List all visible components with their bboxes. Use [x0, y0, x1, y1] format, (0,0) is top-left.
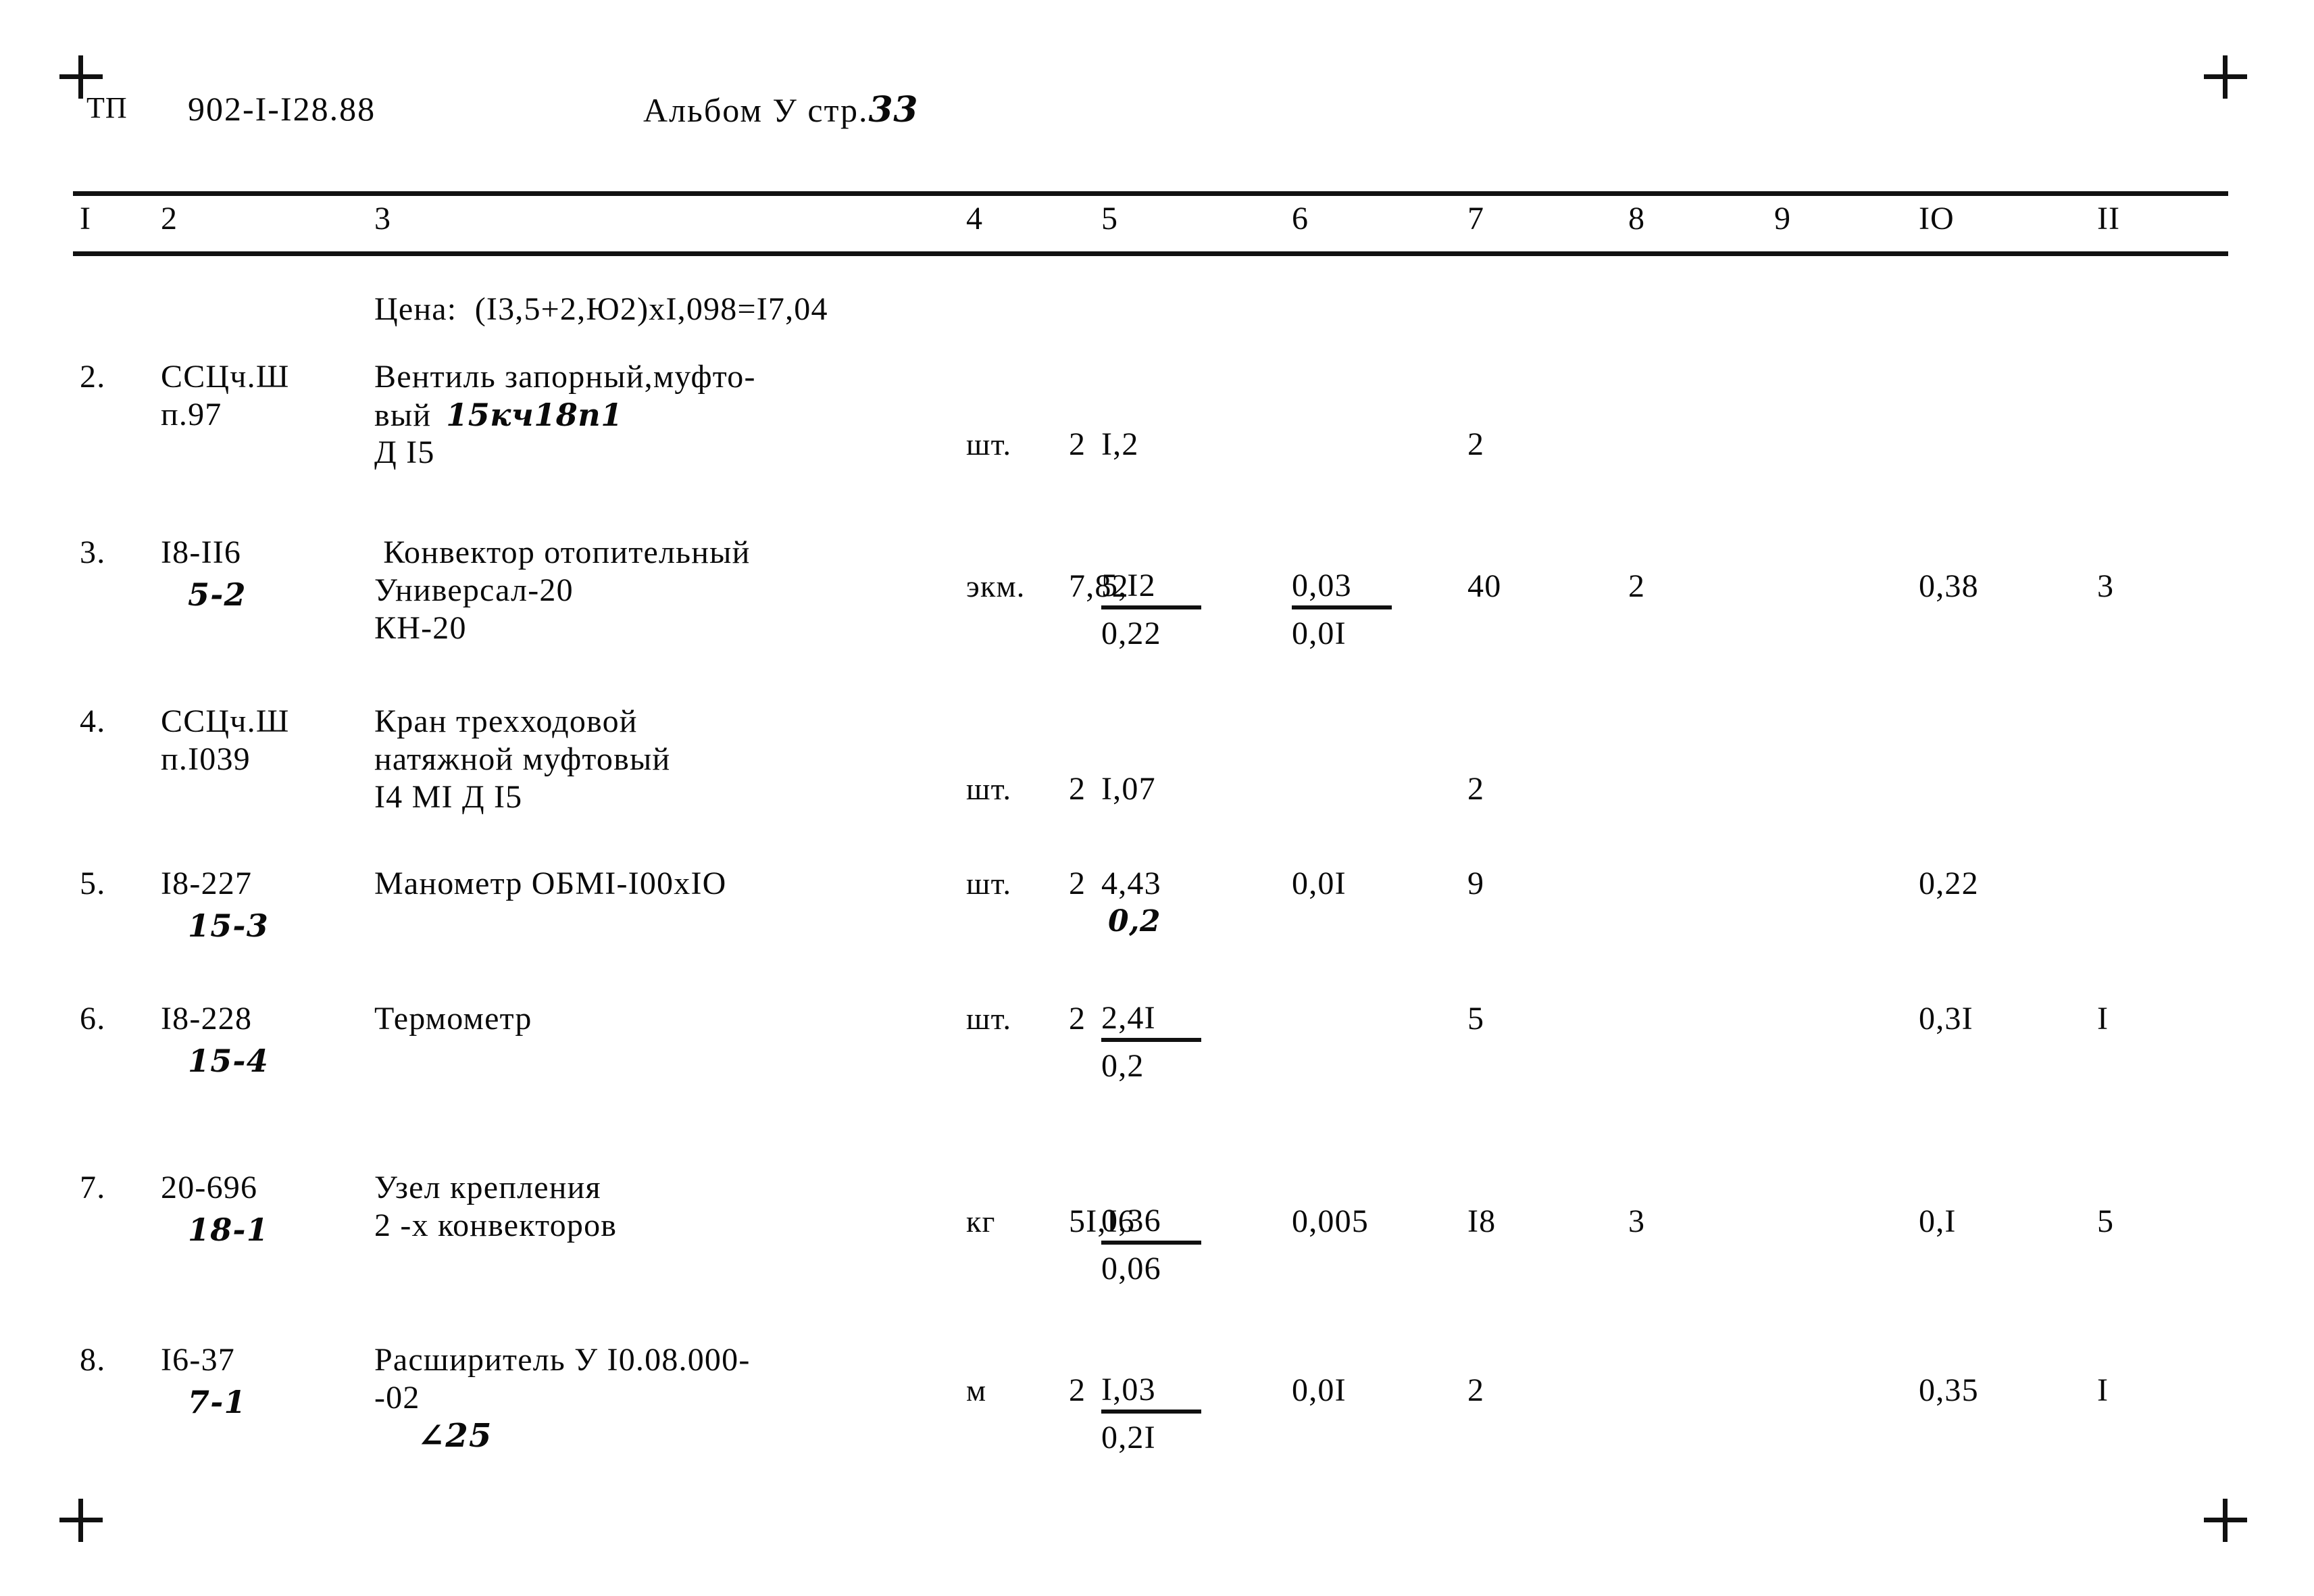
row-col11-value: 5: [2097, 1203, 2115, 1239]
row-col7-value: 40: [1467, 568, 1502, 604]
row-description-line-2: Универсал-20: [374, 572, 574, 608]
row-col5-value: 5,I2 0,22: [1101, 568, 1201, 654]
row-unit: шт.: [966, 866, 1012, 901]
row-col10-value: 0,I: [1919, 1203, 1957, 1239]
row-code-handwritten: 15-4: [188, 1043, 269, 1079]
row-quantity: 2: [1069, 1372, 1086, 1408]
row-col5-value: I,07: [1101, 771, 1156, 807]
row-col11-value: I: [2097, 1372, 2109, 1408]
row-code: I8-II6: [161, 534, 242, 570]
row-col5-denominator: 0,2: [1101, 1048, 1145, 1084]
row-description-handwritten-2: ∠25: [418, 1417, 493, 1455]
row-col10-value: 0,38: [1919, 568, 1979, 604]
row-description-line-3: КН-20: [374, 610, 467, 646]
row-col7-value: 9: [1467, 866, 1485, 901]
table-body: Цена: (I3,5+2,Ю2)xI,098=I7,04 2. ССЦч.Ш п.…: [0, 0, 2314, 1596]
row-code: I8-228: [161, 1001, 253, 1037]
row-description-line-2: натяжной муфтовый: [374, 741, 671, 777]
row-col5-value: 0,36 0,06: [1101, 1203, 1201, 1289]
row-col10-value: 0,3I: [1919, 1001, 1973, 1037]
row-col11-value: I: [2097, 1001, 2109, 1037]
row-col5-denominator: 0,06: [1101, 1251, 1161, 1287]
row-code-handwritten: 18-1: [188, 1212, 269, 1248]
row-description-line-1: Вентиль запорный,муфто-: [374, 359, 756, 395]
row-quantity: 2: [1069, 866, 1086, 901]
row-description-line-1: Расширитель У I0.08.000-: [374, 1342, 751, 1378]
row-number: 8.: [80, 1342, 106, 1378]
row-col5-numerator: 5,I2: [1101, 568, 1201, 609]
row-description-handwritten: 15кч18п1: [446, 397, 623, 433]
row-description-line-1: Узел крепления: [374, 1170, 601, 1205]
row-description-line-1: Манометр ОБМI-I00xIO: [374, 866, 727, 901]
row-description-line-3: I4 МI Д I5: [374, 779, 523, 815]
row-description-line-3: Д I5: [374, 434, 435, 470]
row-number: 7.: [80, 1170, 106, 1205]
row-description-line-2: 2 -х конвекторов: [374, 1207, 618, 1243]
row-description-line-2: -02: [374, 1380, 420, 1416]
row-unit: экм.: [966, 569, 1026, 603]
row-col5-value: I,2: [1101, 426, 1139, 462]
row-col10-value: 0,35: [1919, 1372, 1979, 1408]
row-description-line-2: вый 15кч18п1: [374, 397, 623, 433]
row-col5-numerator: I,03: [1101, 1372, 1201, 1414]
row-col5-value: 2,4I 0,2: [1101, 1000, 1201, 1087]
row-code-handwritten: 5-2: [188, 576, 247, 613]
price-note: Цена: (I3,5+2,Ю2)xI,098=I7,04: [374, 291, 828, 327]
row-code: I6-37: [161, 1342, 235, 1378]
row-col7-value: 2: [1467, 771, 1485, 807]
row-description-line-1: Конвектор отопительный: [374, 534, 751, 570]
row-quantity: 2: [1069, 426, 1086, 462]
row-unit: м: [966, 1373, 987, 1407]
row-col5-denominator: 0,22: [1101, 616, 1161, 651]
row-col8-value: 3: [1628, 1203, 1646, 1239]
row-col5-denominator: 0,2: [1108, 904, 1161, 939]
row-col5-denominator: 0,2I: [1101, 1420, 1156, 1455]
row-unit: шт.: [966, 1001, 1012, 1036]
row-col8-value: 2: [1628, 568, 1646, 604]
row-col5-numerator: 0,36: [1101, 1203, 1201, 1245]
row-col5-numerator: 2,4I: [1101, 1000, 1201, 1042]
row-quantity: 2: [1069, 1001, 1086, 1037]
row-col6-numerator: 0,03: [1292, 568, 1392, 609]
row-col5-value: 4,43 0,2: [1101, 865, 1161, 941]
row-code: I8-227: [161, 866, 253, 901]
row-col6-value: 0,005: [1292, 1203, 1369, 1239]
row-number: 3.: [80, 534, 106, 570]
row-code: ССЦч.Ш: [161, 703, 290, 739]
row-code: ССЦч.Ш: [161, 359, 290, 395]
row-col6-value: 0,0I: [1292, 866, 1347, 901]
row-unit: кг: [966, 1204, 996, 1239]
row-col5-numerator: 4,43: [1101, 866, 1161, 901]
row-col6-value: 0,03 0,0I: [1292, 568, 1392, 654]
row-col6-denominator: 0,0I: [1292, 616, 1347, 651]
row-code: 20-696: [161, 1170, 258, 1205]
row-col6-value: 0,0I: [1292, 1372, 1347, 1408]
row-code-handwritten: 7-1: [188, 1384, 247, 1420]
row-description-line-1: Термометр: [374, 1001, 532, 1037]
row-col10-value: 0,22: [1919, 866, 1979, 901]
row-col11-value: 3: [2097, 568, 2115, 604]
row-code-second-line: п.I039: [161, 741, 251, 777]
row-unit: шт.: [966, 772, 1012, 806]
row-number: 6.: [80, 1001, 106, 1037]
row-code-handwritten: 15-3: [188, 907, 269, 944]
row-quantity: 2: [1069, 771, 1086, 807]
row-col7-value: 5: [1467, 1001, 1485, 1037]
row-col5-value: I,03 0,2I: [1101, 1372, 1201, 1458]
row-number: 4.: [80, 703, 106, 739]
row-number: 2.: [80, 359, 106, 395]
row-unit: шт.: [966, 427, 1012, 462]
row-col7-value: I8: [1467, 1203, 1496, 1239]
row-col7-value: 2: [1467, 1372, 1485, 1408]
row-number: 5.: [80, 866, 106, 901]
row-code-second-line: п.97: [161, 397, 222, 432]
row-col7-value: 2: [1467, 426, 1485, 462]
row-description-line-1: Кран трехходовой: [374, 703, 638, 739]
